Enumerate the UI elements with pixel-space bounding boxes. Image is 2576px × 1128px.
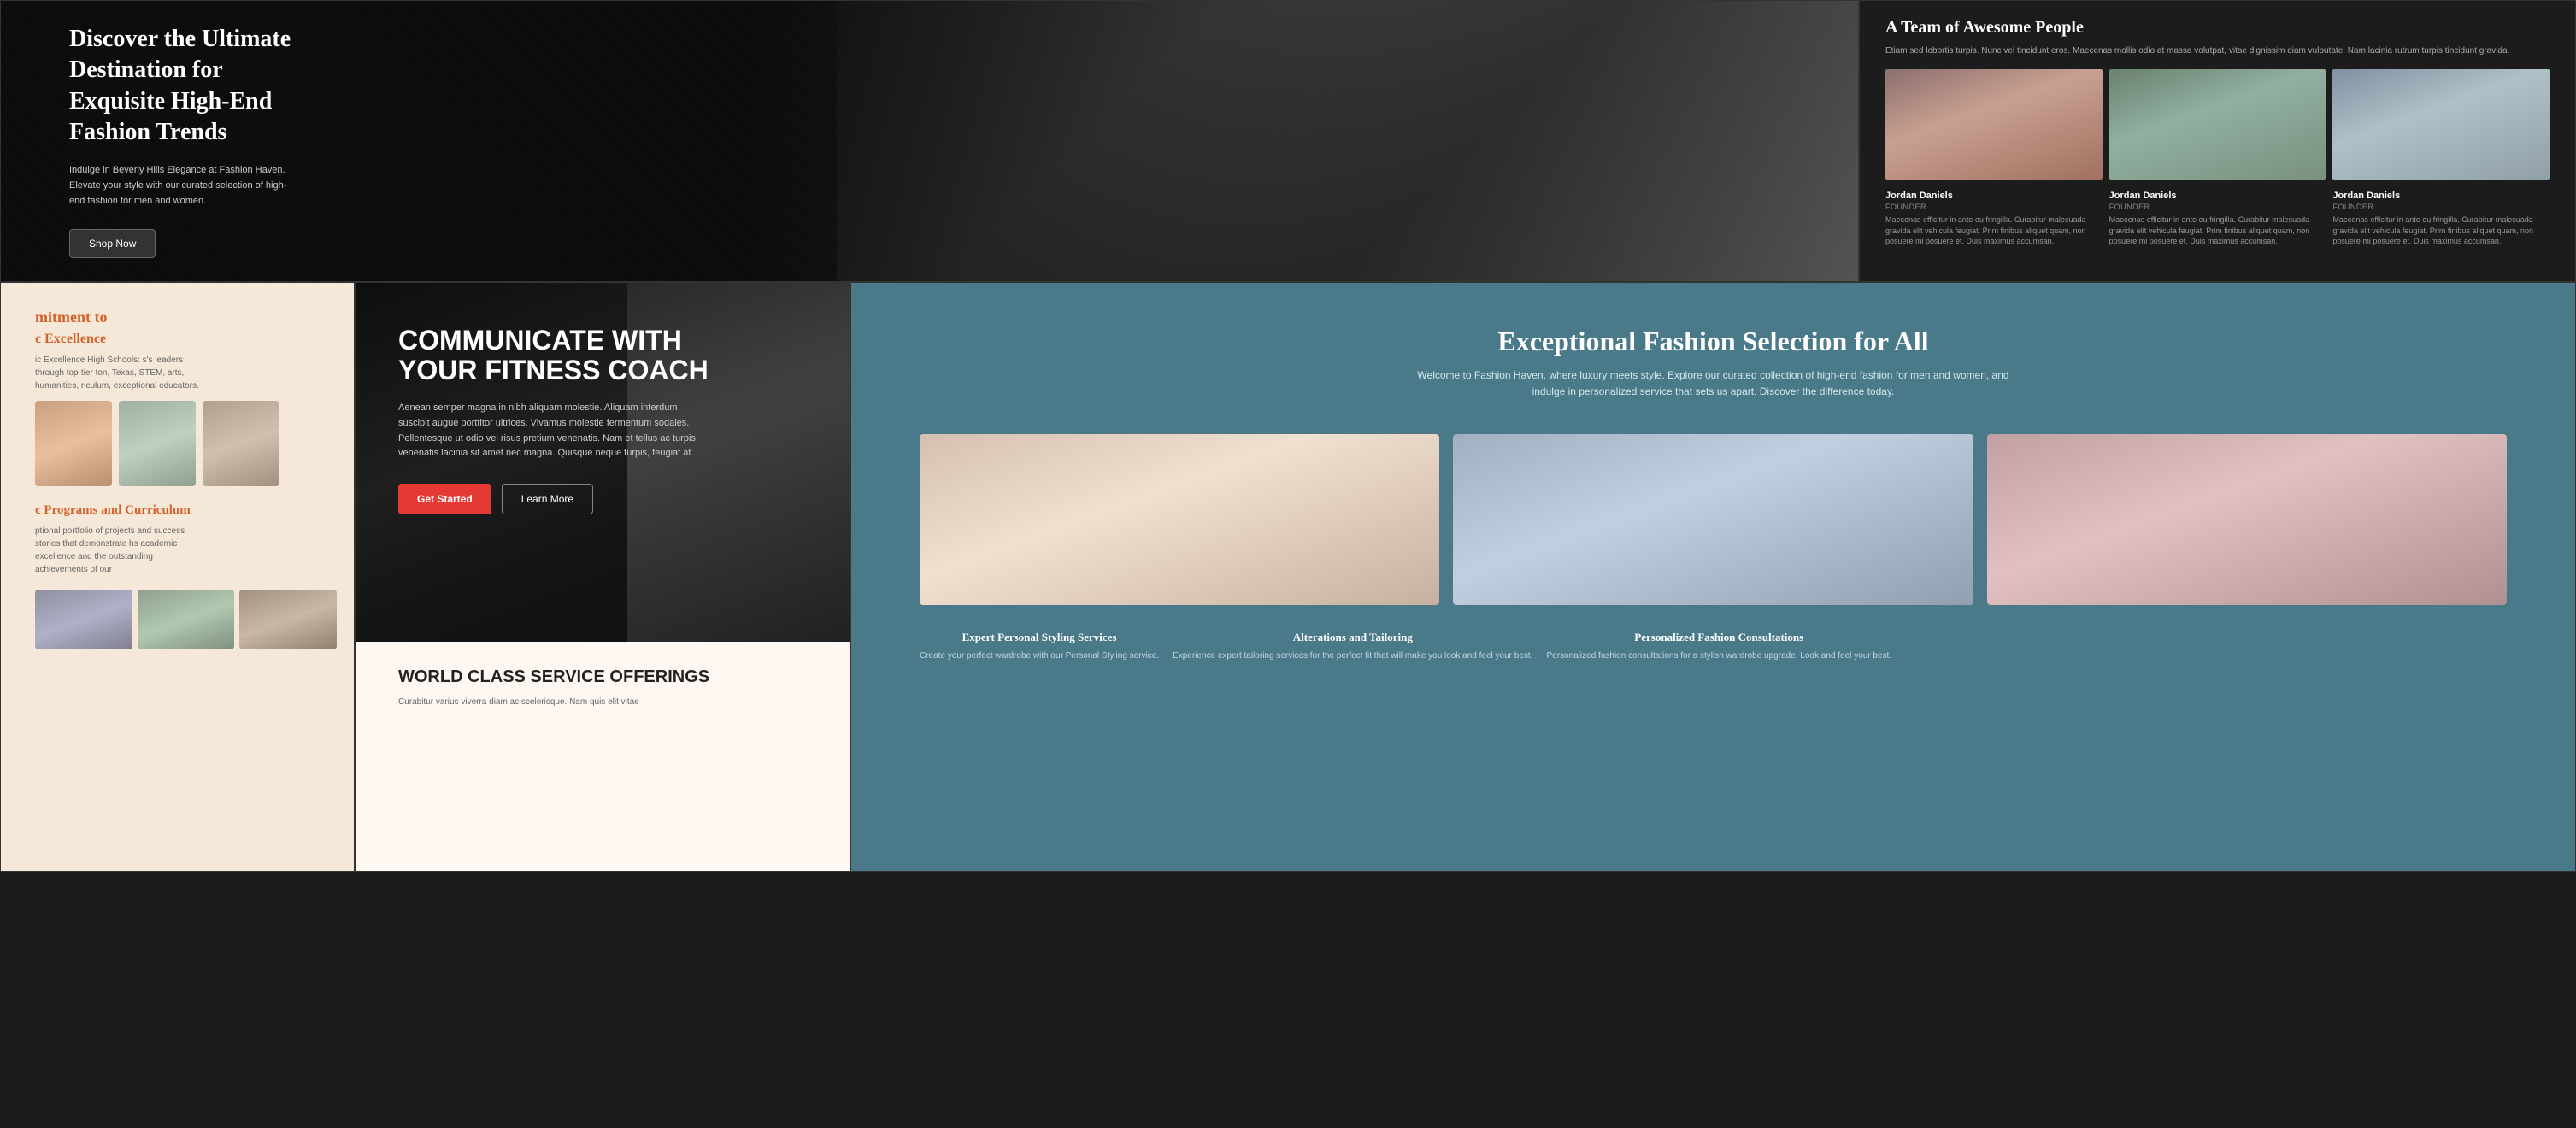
fitness-panel: COMMUNICATE WITH YOUR FITNESS COACH Aene…	[355, 282, 850, 872]
fitness-bottom: WORLD CLASS SERVICE OFFERINGS Curabitur …	[356, 642, 850, 871]
fashion-hero-panel: Discover the Ultimate Destination for Ex…	[0, 0, 1859, 282]
team-subtitle: Etiam sed lobortis turpis. Nunc vel tinc…	[1885, 44, 2550, 57]
fitness-description: Aenean semper magna in nibh aliquam mole…	[398, 401, 706, 461]
fashion-service-3-title: Personalized Fashion Consultations	[1546, 631, 1891, 644]
team-member-2-name: Jordan Daniels	[2109, 191, 2326, 201]
programs-title: c Programs and Curriculum	[35, 503, 337, 518]
fashion-service-2-title: Alterations and Tailoring	[1173, 631, 1532, 644]
academic-bottom-photos	[35, 590, 337, 649]
team-photo-1	[1885, 69, 2103, 180]
get-started-button[interactable]: Get Started	[398, 484, 491, 514]
fashion-services-row: Expert Personal Styling Services Create …	[920, 631, 2507, 662]
fashion-right-heading: Exceptional Fashion Selection for All	[920, 326, 2507, 357]
team-member-1-desc: Maecenas efficitur in ante eu fringilla.…	[1885, 214, 2103, 247]
team-member-3-desc: Maecenas efficitur in ante eu fringilla.…	[2332, 214, 2550, 247]
fashion-hero-heading: Discover the Ultimate Destination for Ex…	[69, 24, 309, 149]
fashion-service-1-desc: Create your perfect wardrobe with our Pe…	[920, 649, 1159, 662]
fashion-hero-desc: Indulge in Beverly Hills Elegance at Fas…	[69, 163, 291, 209]
academic-panel: mitment to c Excellence ic Excellence Hi…	[0, 282, 355, 872]
academic-bottom-photo-2	[138, 590, 235, 649]
academic-photo-1	[35, 401, 112, 486]
team-member-2-desc: Maecenas efficitur in ante eu fringilla.…	[2109, 214, 2326, 247]
fashion-photos-row	[920, 434, 2507, 605]
academic-photo-3	[203, 401, 279, 486]
team-member-2: Jordan Daniels FOUNDER Maecenas efficitu…	[2109, 191, 2326, 247]
team-photos	[1885, 69, 2550, 180]
fitness-top: COMMUNICATE WITH YOUR FITNESS COACH Aene…	[356, 283, 850, 642]
world-class-heading: WORLD CLASS SERVICE OFFERINGS	[398, 667, 807, 687]
fashion-photo-2	[1453, 434, 1973, 605]
team-members-row: Jordan Daniels FOUNDER Maecenas efficitu…	[1885, 191, 2550, 247]
fashion-service-3: Personalized Fashion Consultations Perso…	[1546, 631, 1891, 662]
world-class-desc: Curabitur varius viverra diam ac sceleri…	[398, 696, 807, 708]
team-panel: A Team of Awesome People Etiam sed lobor…	[1859, 0, 2576, 282]
team-photo-3	[2332, 69, 2550, 180]
fashion-service-2-desc: Experience expert tailoring services for…	[1173, 649, 1532, 662]
academic-text1: ic Excellence High Schools: s's leaders …	[35, 354, 206, 392]
academic-photo-2	[119, 401, 196, 486]
team-photo-2	[2109, 69, 2326, 180]
team-member-1-name: Jordan Daniels	[1885, 191, 2103, 201]
learn-more-fitness-button[interactable]: Learn More	[502, 484, 593, 514]
fitness-heading: COMMUNICATE WITH YOUR FITNESS COACH	[398, 326, 723, 385]
team-member-1: Jordan Daniels FOUNDER Maecenas efficitu…	[1885, 191, 2103, 247]
team-heading: A Team of Awesome People	[1885, 18, 2550, 38]
academic-bottom-photo-1	[35, 590, 132, 649]
academic-bottom-photo-3	[239, 590, 337, 649]
fashion-photo-1	[920, 434, 1439, 605]
fashion-photo-3	[1987, 434, 2507, 605]
team-member-2-role: FOUNDER	[2109, 203, 2326, 211]
shop-now-button[interactable]: Shop Now	[69, 229, 156, 258]
team-member-3: Jordan Daniels FOUNDER Maecenas efficitu…	[2332, 191, 2550, 247]
academic-heading1: mitment to	[35, 308, 337, 326]
fashion-service-2: Alterations and Tailoring Experience exp…	[1173, 631, 1532, 662]
programs-text: ptional portfolio of projects and succes…	[35, 525, 206, 576]
fashion-right-desc: Welcome to Fashion Haven, where luxury m…	[1414, 367, 2013, 400]
fashion-service-1: Expert Personal Styling Services Create …	[920, 631, 1159, 662]
fashion-service-1-title: Expert Personal Styling Services	[920, 631, 1159, 644]
fitness-btn-row: Get Started Learn More	[398, 484, 807, 514]
fashion-service-3-desc: Personalized fashion consultations for a…	[1546, 649, 1891, 662]
team-member-3-role: FOUNDER	[2332, 203, 2550, 211]
academic-photos-row	[35, 401, 337, 486]
team-member-1-role: FOUNDER	[1885, 203, 2103, 211]
fashion-right-panel: Exceptional Fashion Selection for All We…	[850, 282, 2576, 872]
team-member-3-name: Jordan Daniels	[2332, 191, 2550, 201]
academic-heading2: c Excellence	[35, 332, 337, 347]
